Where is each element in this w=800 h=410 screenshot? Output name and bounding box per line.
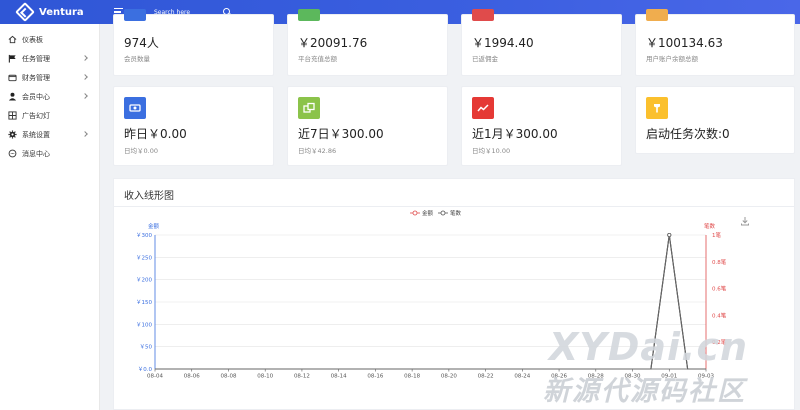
stat-card-members: 974人 会员数量	[113, 9, 274, 76]
grid-icon	[8, 111, 17, 120]
sidebar-item-messages[interactable]: 消息中心	[0, 144, 99, 163]
wallet-icon	[8, 73, 17, 82]
stat-card-task-starts: 启动任务次数:0	[635, 86, 795, 154]
chat-icon	[8, 149, 17, 158]
sidebar-item-ads[interactable]: 广告幻灯	[0, 106, 99, 125]
sidebar-item-label: 广告幻灯	[22, 111, 50, 120]
stat-label: 日均￥42.86	[298, 147, 337, 155]
chevron-right-icon	[82, 131, 88, 137]
stat-icon	[472, 9, 494, 21]
brand[interactable]: Ventura	[0, 0, 100, 24]
sidebar: 仪表板 任务管理 财务管理 会员中心 广告幻灯 系统设置 消息中心	[0, 24, 100, 410]
stat-value: ￥1994.40	[472, 36, 534, 50]
stat-label: 日均￥10.00	[472, 147, 511, 155]
sidebar-item-members[interactable]: 会员中心	[0, 87, 99, 106]
trend-icon	[472, 97, 494, 119]
stat-value: 近7日￥300.00	[298, 127, 384, 141]
chevron-right-icon	[82, 55, 88, 61]
brand-name: Ventura	[39, 6, 84, 18]
sidebar-item-label: 财务管理	[22, 73, 50, 82]
sidebar-item-label: 任务管理	[22, 54, 50, 63]
stat-value: 启动任务次数:0	[646, 127, 730, 141]
sidebar-item-label: 系统设置	[22, 130, 50, 139]
sidebar-item-finance[interactable]: 财务管理	[0, 68, 99, 87]
chevron-right-icon	[82, 93, 88, 99]
sidebar-item-label: 会员中心	[22, 92, 50, 101]
stat-value: 昨日￥0.00	[124, 127, 187, 141]
stat-card-7days: 近7日￥300.00 日均￥42.86	[287, 86, 448, 166]
wrench-icon	[646, 97, 668, 119]
stat-value: ￥100134.63	[646, 36, 723, 50]
stat-label: 日均￥0.00	[124, 147, 158, 155]
sidebar-item-label: 仪表板	[22, 35, 43, 44]
copy-icon	[298, 97, 320, 119]
gear-icon	[8, 130, 17, 139]
ventura-logo-icon	[15, 2, 35, 22]
stat-card-balance: ￥100134.63 用户账户余额总额	[635, 9, 795, 76]
stat-icon	[298, 9, 320, 21]
stat-label: 已返佣金	[472, 55, 498, 63]
home-icon	[8, 35, 17, 44]
download-icon[interactable]	[740, 211, 750, 226]
flag-icon	[8, 54, 17, 63]
chevron-right-icon	[82, 74, 88, 80]
stat-label: 平台充值总额	[298, 55, 337, 63]
sidebar-item-dashboard[interactable]: 仪表板	[0, 30, 99, 49]
wallet-icon	[124, 97, 146, 119]
stat-value: 近1月￥300.00	[472, 127, 558, 141]
stat-card-yesterday: 昨日￥0.00 日均￥0.00	[113, 86, 274, 166]
user-icon	[8, 92, 17, 101]
stat-label: 会员数量	[124, 55, 150, 63]
stat-card-recharge: ￥20091.76 平台充值总额	[287, 9, 448, 76]
stat-card-1month: 近1月￥300.00 日均￥10.00	[461, 86, 622, 166]
panel-title: 收入线形图	[124, 191, 174, 202]
sidebar-item-tasks[interactable]: 任务管理	[0, 49, 99, 68]
sidebar-item-label: 消息中心	[22, 149, 50, 158]
divider	[114, 206, 794, 207]
income-chart-panel: 收入线形图	[113, 178, 795, 410]
sidebar-item-settings[interactable]: 系统设置	[0, 125, 99, 144]
stat-card-commission: ￥1994.40 已返佣金	[461, 9, 622, 76]
stat-label: 用户账户余额总额	[646, 55, 698, 63]
stat-icon	[124, 9, 146, 21]
stat-value: 974人	[124, 36, 159, 50]
stat-icon	[646, 9, 668, 21]
stat-value: ￥20091.76	[298, 36, 368, 50]
